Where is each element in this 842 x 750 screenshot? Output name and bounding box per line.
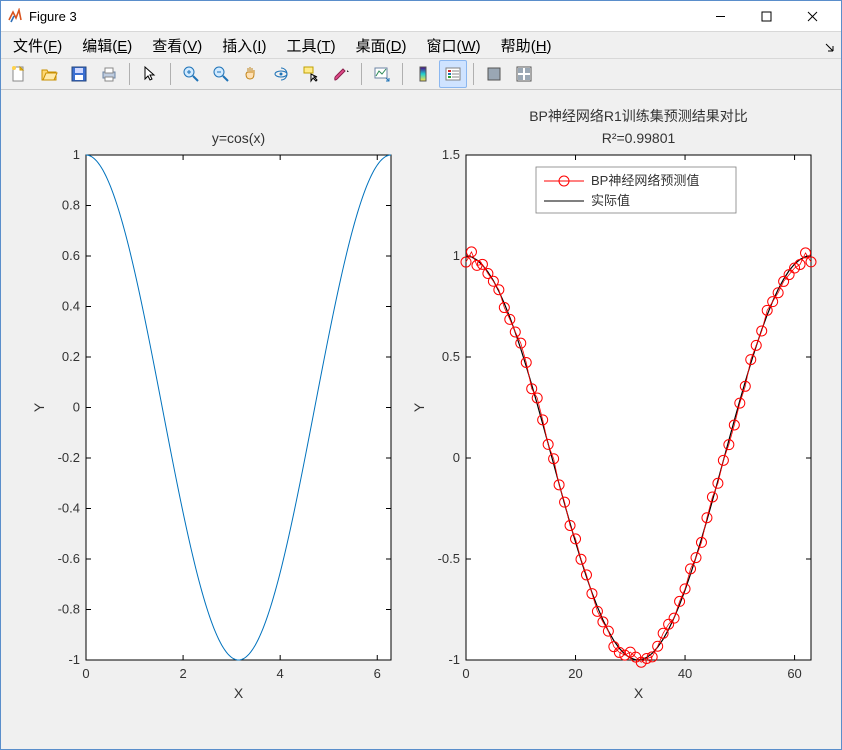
- menu-desktop[interactable]: 桌面(D): [352, 33, 411, 58]
- colorbar-button[interactable]: [409, 60, 437, 88]
- svg-text:BP神经网络R1训练集预测结果对比: BP神经网络R1训练集预测结果对比: [529, 108, 748, 124]
- menu-file[interactable]: 文件(F): [9, 33, 66, 58]
- menu-bar: 文件(F) 编辑(E) 查看(V) 插入(I) 工具(T) 桌面(D) 窗口(W…: [1, 32, 841, 59]
- rotate3d-button[interactable]: [267, 60, 295, 88]
- svg-text:Y: Y: [31, 402, 47, 412]
- svg-text:实际值: 实际值: [591, 193, 630, 208]
- svg-text:0.4: 0.4: [62, 299, 80, 314]
- datacursor-button[interactable]: [297, 60, 325, 88]
- svg-text:-0.8: -0.8: [58, 602, 80, 617]
- legend-button[interactable]: [439, 60, 467, 88]
- open-button[interactable]: [35, 60, 63, 88]
- link-button[interactable]: [368, 60, 396, 88]
- toolbar: [1, 59, 841, 90]
- svg-text:0: 0: [82, 666, 89, 681]
- svg-text:0: 0: [462, 666, 469, 681]
- pan-button[interactable]: [237, 60, 265, 88]
- svg-text:0.6: 0.6: [62, 248, 80, 263]
- svg-text:1: 1: [73, 147, 80, 162]
- matlab-icon: [7, 8, 23, 24]
- menu-insert[interactable]: 插入(I): [218, 33, 270, 58]
- zoom-in-button[interactable]: [177, 60, 205, 88]
- toolbar-separator: [402, 63, 403, 85]
- figure-canvas[interactable]: y=cos(x) -1 -0.8 -0.6 -0.4 -0.2 0 0.2 0.4 0.6 0.8 1…: [1, 90, 841, 749]
- save-button[interactable]: [65, 60, 93, 88]
- svg-text:0: 0: [453, 450, 460, 465]
- svg-text:0.2: 0.2: [62, 349, 80, 364]
- titlebar: Figure 3: [1, 1, 841, 32]
- figure-window: Figure 3 文件(F) 编辑(E) 查看(V) 插入(I) 工具(T) 桌…: [0, 0, 842, 750]
- svg-text:2: 2: [179, 666, 186, 681]
- menu-tools[interactable]: 工具(T): [282, 33, 339, 58]
- svg-text:BP神经网络预测值: BP神经网络预测值: [591, 173, 699, 188]
- svg-text:1: 1: [453, 248, 460, 263]
- toolbar-separator: [129, 63, 130, 85]
- menu-help[interactable]: 帮助(H): [497, 33, 556, 58]
- brush-button[interactable]: [327, 60, 355, 88]
- window-title: Figure 3: [29, 9, 77, 24]
- svg-text:Y: Y: [411, 402, 427, 412]
- dock-arrow-icon[interactable]: [824, 41, 835, 56]
- svg-text:X: X: [234, 685, 244, 701]
- svg-text:60: 60: [787, 666, 801, 681]
- new-figure-button[interactable]: [5, 60, 33, 88]
- svg-text:-0.2: -0.2: [58, 450, 80, 465]
- toolbar-separator: [361, 63, 362, 85]
- svg-text:-0.4: -0.4: [58, 501, 80, 516]
- toolbar-separator: [473, 63, 474, 85]
- svg-text:4: 4: [277, 666, 284, 681]
- svg-text:y=cos(x): y=cos(x): [212, 130, 265, 146]
- layout-single-button[interactable]: [480, 60, 508, 88]
- maximize-button[interactable]: [743, 1, 789, 31]
- menu-view[interactable]: 查看(V): [148, 33, 206, 58]
- svg-text:40: 40: [678, 666, 692, 681]
- pointer-button[interactable]: [136, 60, 164, 88]
- menu-window[interactable]: 窗口(W): [422, 33, 484, 58]
- svg-text:20: 20: [568, 666, 582, 681]
- layout-multi-button[interactable]: [510, 60, 538, 88]
- menu-edit[interactable]: 编辑(E): [78, 33, 136, 58]
- svg-text:-1: -1: [68, 652, 80, 667]
- minimize-button[interactable]: [697, 1, 743, 31]
- svg-text:1.5: 1.5: [442, 147, 460, 162]
- svg-text:-0.6: -0.6: [58, 551, 80, 566]
- svg-text:6: 6: [374, 666, 381, 681]
- svg-text:-0.5: -0.5: [438, 551, 460, 566]
- svg-text:-1: -1: [448, 652, 460, 667]
- print-button[interactable]: [95, 60, 123, 88]
- svg-text:R²=0.99801: R²=0.99801: [602, 130, 676, 146]
- close-button[interactable]: [789, 1, 835, 31]
- svg-text:0.5: 0.5: [442, 349, 460, 364]
- zoom-out-button[interactable]: [207, 60, 235, 88]
- svg-text:X: X: [634, 685, 644, 701]
- svg-text:0: 0: [73, 400, 80, 415]
- svg-text:0.8: 0.8: [62, 198, 80, 213]
- toolbar-separator: [170, 63, 171, 85]
